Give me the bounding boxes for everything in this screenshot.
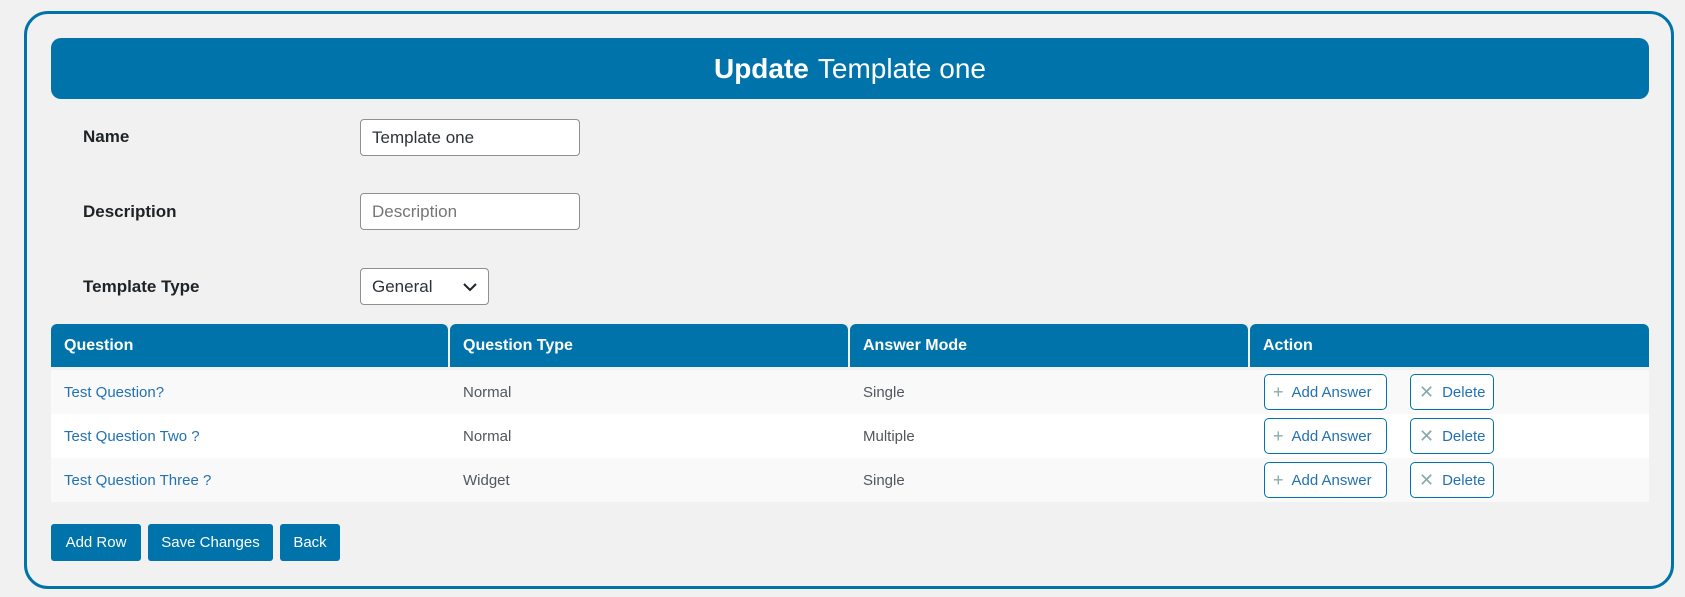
question-type: Normal bbox=[463, 383, 512, 401]
chevron-down-icon bbox=[463, 282, 477, 291]
add-answer-label: Add Answer bbox=[1291, 427, 1372, 445]
question-link[interactable]: Test Question Three ? bbox=[64, 458, 211, 502]
plus-icon: + bbox=[1273, 425, 1284, 446]
delete-button[interactable]: ✕ Delete bbox=[1410, 374, 1494, 410]
add-row-button[interactable]: Add Row bbox=[51, 524, 141, 561]
template-type-label: Template Type bbox=[83, 277, 200, 296]
column-header-question-type: Question Type bbox=[450, 324, 848, 367]
description-label: Description bbox=[83, 202, 177, 221]
question-link[interactable]: Test Question? bbox=[64, 370, 164, 414]
question-link[interactable]: Test Question Two ? bbox=[64, 414, 200, 458]
add-answer-button[interactable]: + Add Answer bbox=[1264, 462, 1387, 498]
column-header-action: Action bbox=[1250, 324, 1649, 367]
question-type: Widget bbox=[463, 471, 510, 489]
close-icon: ✕ bbox=[1419, 469, 1435, 490]
add-answer-button[interactable]: + Add Answer bbox=[1264, 418, 1387, 454]
template-type-value: General bbox=[372, 276, 433, 296]
plus-icon: + bbox=[1273, 381, 1284, 402]
delete-label: Delete bbox=[1442, 427, 1486, 445]
question-type: Normal bbox=[463, 427, 512, 445]
column-header-answer-mode: Answer Mode bbox=[850, 324, 1248, 367]
answer-mode: Multiple bbox=[863, 427, 915, 445]
add-answer-button[interactable]: + Add Answer bbox=[1264, 374, 1387, 410]
name-label: Name bbox=[83, 127, 130, 146]
delete-button[interactable]: ✕ Delete bbox=[1410, 462, 1494, 498]
save-changes-button[interactable]: Save Changes bbox=[148, 524, 273, 561]
add-answer-label: Add Answer bbox=[1291, 383, 1372, 401]
table-row: Test Question Two ? Normal Multiple + Add… bbox=[51, 414, 1649, 458]
table-row: Test Question? Normal Single + Add Answer… bbox=[51, 370, 1649, 414]
delete-label: Delete bbox=[1442, 383, 1486, 401]
add-answer-label: Add Answer bbox=[1291, 471, 1372, 489]
answer-mode: Single bbox=[863, 471, 905, 489]
close-icon: ✕ bbox=[1419, 425, 1435, 446]
plus-icon: + bbox=[1273, 469, 1284, 490]
title-rest: Template one bbox=[817, 52, 986, 84]
delete-label: Delete bbox=[1442, 471, 1486, 489]
close-icon: ✕ bbox=[1419, 381, 1435, 402]
description-input[interactable] bbox=[360, 193, 580, 230]
page-title: Update Template one bbox=[51, 38, 1649, 99]
title-bold: Update bbox=[713, 52, 809, 84]
delete-button[interactable]: ✕ Delete bbox=[1410, 418, 1494, 454]
template-type-select[interactable]: General bbox=[360, 268, 489, 305]
table-row: Test Question Three ? Widget Single + Add… bbox=[51, 458, 1649, 502]
answer-mode: Single bbox=[863, 383, 905, 401]
column-header-question: Question bbox=[51, 324, 448, 367]
back-button[interactable]: Back bbox=[280, 524, 340, 561]
name-input[interactable] bbox=[360, 119, 580, 156]
